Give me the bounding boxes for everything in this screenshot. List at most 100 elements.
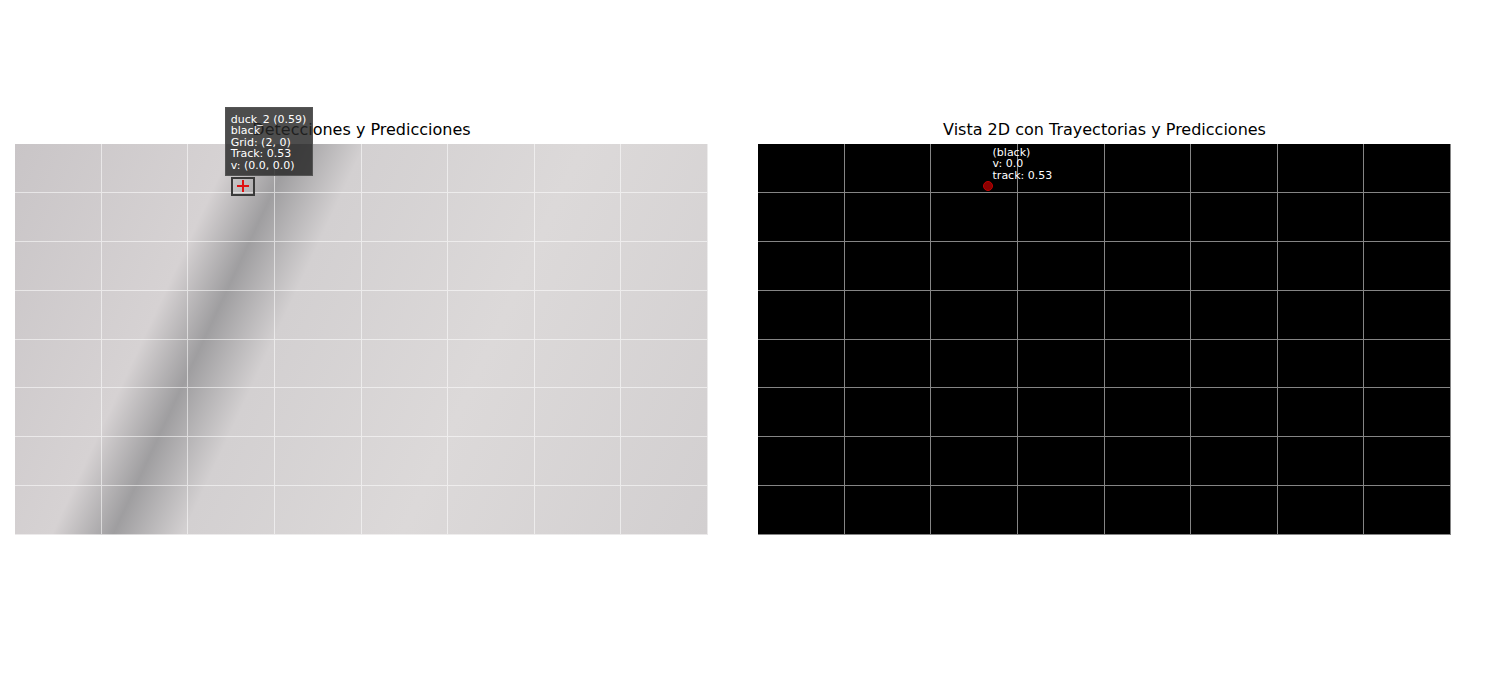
grid-cell (758, 291, 845, 340)
grid-cell (188, 388, 275, 437)
grid-cell (102, 144, 189, 193)
grid-cell (448, 486, 535, 535)
grid-cell (1105, 486, 1192, 535)
grid-cell (621, 486, 708, 535)
grid-cell (1364, 340, 1451, 389)
grid-cell (448, 144, 535, 193)
grid-cell (535, 291, 622, 340)
grid-cell (1191, 437, 1278, 486)
grid-cell (448, 193, 535, 242)
grid-cell (758, 388, 845, 437)
grid-cell (188, 340, 275, 389)
tooltip-line: v: (0.0, 0.0) (231, 160, 307, 172)
grid-cell (535, 193, 622, 242)
grid-cell (621, 193, 708, 242)
grid-cell (275, 193, 362, 242)
grid-cell (362, 291, 449, 340)
grid-cell (1191, 388, 1278, 437)
grid-cell (845, 388, 932, 437)
grid-cell (15, 242, 102, 291)
grid-cell (275, 242, 362, 291)
grid-cell (1191, 291, 1278, 340)
grid-cell (448, 291, 535, 340)
grid-cell (15, 486, 102, 535)
grid-cell (15, 340, 102, 389)
grid-cell (362, 437, 449, 486)
grid-cell (15, 291, 102, 340)
grid-cell (15, 388, 102, 437)
grid-cell (1278, 486, 1365, 535)
grid-cell (931, 193, 1018, 242)
grid-cell (448, 340, 535, 389)
grid-cell (621, 144, 708, 193)
grid-cell (845, 193, 932, 242)
grid-cell (15, 437, 102, 486)
point-label: (black)v: 0.0track: 0.53 (993, 147, 1053, 182)
grid-cell (931, 437, 1018, 486)
grid-cell (535, 242, 622, 291)
grid-cell (1018, 486, 1105, 535)
grid-cell (535, 486, 622, 535)
grid-cell (15, 144, 102, 193)
grid-cell (1018, 144, 1105, 193)
grid-cell (1278, 193, 1365, 242)
axes: duck_2 (0.59)blackGrid: (2, 0)Track: 0.5… (15, 144, 708, 535)
grid-cell (188, 437, 275, 486)
grid-cell (1191, 193, 1278, 242)
figure: Detecciones y Prediccionesduck_2 (0.59)b… (0, 0, 1500, 700)
grid-cell (1364, 291, 1451, 340)
grid-cell (275, 291, 362, 340)
grid-cell (102, 340, 189, 389)
grid-cell (1278, 388, 1365, 437)
grid-cell (1364, 486, 1451, 535)
grid-cell (621, 388, 708, 437)
grid-cell (845, 340, 932, 389)
grid-cell (535, 144, 622, 193)
grid-cell (1191, 242, 1278, 291)
grid-cell (845, 144, 932, 193)
grid-cell (758, 193, 845, 242)
tooltip-line: Track: 0.53 (231, 148, 307, 160)
grid-cell (1105, 437, 1192, 486)
plus-icon (237, 180, 249, 192)
label-line: (black) (993, 147, 1053, 159)
grid-cell (188, 291, 275, 340)
grid-cell (1105, 144, 1192, 193)
grid-cell (362, 242, 449, 291)
grid-overlay (15, 144, 708, 535)
grid-cell (448, 242, 535, 291)
grid-cell (448, 437, 535, 486)
grid-cell (275, 437, 362, 486)
grid-cell (1191, 340, 1278, 389)
subplot: Vista 2D con Trayectorias y Predicciones… (758, 119, 1451, 700)
axes: (black)v: 0.0track: 0.53 (758, 144, 1451, 535)
grid-cell (1278, 144, 1365, 193)
grid-cell (1105, 193, 1192, 242)
grid-cell (845, 486, 932, 535)
grid-cell (188, 242, 275, 291)
grid-cell (362, 144, 449, 193)
grid-cell (1278, 291, 1365, 340)
tooltip-line: Grid: (2, 0) (231, 137, 307, 149)
grid-cell (1105, 340, 1192, 389)
grid-cell (1191, 144, 1278, 193)
grid-cell (758, 144, 845, 193)
grid-cell (1364, 388, 1451, 437)
label-line: v: 0.0 (993, 158, 1053, 170)
grid-cell (1278, 340, 1365, 389)
grid-cell (102, 242, 189, 291)
grid-cell (758, 340, 845, 389)
grid-cell (1364, 242, 1451, 291)
grid-cell (188, 486, 275, 535)
point-icon (983, 181, 993, 191)
grid-cell (102, 486, 189, 535)
grid-cell (1018, 340, 1105, 389)
subplot: Detecciones y Prediccionesduck_2 (0.59)b… (15, 119, 708, 700)
tooltip-line: duck_2 (0.59) (231, 114, 307, 126)
grid-cell (1018, 291, 1105, 340)
grid-cell (102, 388, 189, 437)
grid-cell (275, 340, 362, 389)
grid-cell (15, 193, 102, 242)
grid-cell (1278, 437, 1365, 486)
grid-cell (448, 388, 535, 437)
